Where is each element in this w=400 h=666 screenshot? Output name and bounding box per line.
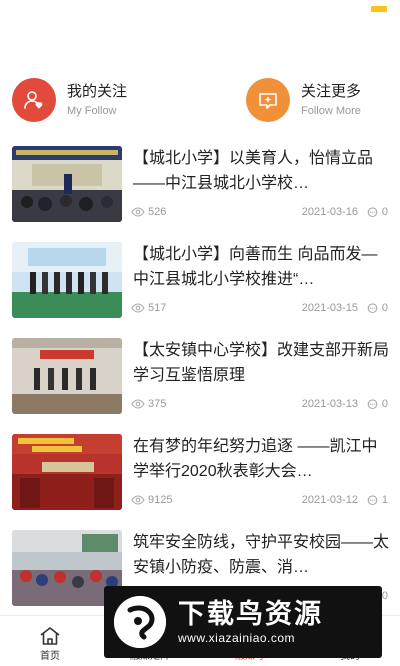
tab-label: 首页 [40, 651, 60, 662]
watermark-title: 下载鸟资源 [178, 599, 323, 629]
news-item[interactable]: 【太安镇中心学校】改建支部开新局 学习互鉴悟原理 375 2021-03-13 … [0, 334, 400, 414]
news-item[interactable]: 在有梦的年纪努力追逐 ——凯江中学举行2020秋表彰大会… 9125 2021-… [0, 430, 400, 510]
comment-count: 0 [381, 590, 388, 602]
follow-more-title: 关注更多 [301, 82, 362, 100]
news-title: 【城北小学】以美育人，怡情立品 ——中江县城北小学校… [133, 150, 374, 192]
comment-icon [367, 494, 378, 505]
news-title: 【城北小学】向善而生 向品而发—中江县城北小学校推进“… [133, 246, 378, 288]
publish-date: 2021-03-13 [301, 398, 358, 410]
news-thumbnail [12, 434, 122, 510]
tab-home[interactable]: 首页 [0, 616, 100, 666]
tv-add-icon [246, 78, 290, 122]
news-thumbnail [12, 242, 122, 318]
eye-icon [131, 207, 145, 217]
status-bar [0, 0, 400, 30]
view-count: 517 [148, 302, 167, 314]
eye-icon [131, 495, 145, 505]
my-follow-title: 我的关注 [67, 82, 128, 100]
comment-icon [367, 302, 378, 313]
news-item[interactable]: 【城北小学】以美育人，怡情立品 ——中江县城北小学校… 526 2021-03-… [0, 142, 400, 222]
home-icon [40, 627, 60, 645]
news-meta: 9125 2021-03-12 1 [131, 494, 388, 510]
news-item[interactable]: 【城北小学】向善而生 向品而发—中江县城北小学校推进“… 517 2021-03… [0, 238, 400, 318]
news-meta: 375 2021-03-13 0 [131, 398, 388, 414]
view-count: 9125 [148, 494, 173, 506]
eye-icon [131, 399, 145, 409]
my-follow-button[interactable]: 我的关注 My Follow [12, 76, 192, 124]
news-title: 【太安镇中心学校】改建支部开新局 学习互鉴悟原理 [133, 342, 389, 384]
watermark: 下载鸟资源 www.xiazainiao.com [104, 586, 382, 658]
comment-count: 0 [381, 398, 388, 410]
news-meta: 526 2021-03-16 0 [131, 206, 388, 222]
news-title: 在有梦的年纪努力追逐 ——凯江中学举行2020秋表彰大会… [133, 438, 378, 480]
my-follow-subtitle: My Follow [67, 104, 117, 117]
user-heart-icon [12, 78, 56, 122]
follow-more-button[interactable]: 关注更多 Follow More [246, 76, 396, 124]
eye-icon [131, 303, 145, 313]
view-count: 375 [148, 398, 167, 410]
follow-row: 我的关注 My Follow 关注更多 Follow More [0, 76, 400, 124]
news-meta: 517 2021-03-15 0 [131, 302, 388, 318]
publish-date: 2021-03-12 [301, 494, 358, 506]
comment-count: 1 [381, 494, 388, 506]
view-count: 526 [148, 206, 167, 218]
publish-date: 2021-03-16 [301, 206, 358, 218]
comment-icon [367, 206, 378, 217]
news-title: 筑牢安全防线，守护平安校园——太安镇小防疫、防震、消… [133, 534, 389, 576]
watermark-logo [114, 596, 166, 648]
battery-icon [371, 6, 387, 12]
watermark-url: www.xiazainiao.com [178, 631, 296, 645]
publish-date: 2021-03-15 [301, 302, 358, 314]
comment-count: 0 [381, 302, 388, 314]
follow-more-subtitle: Follow More [301, 104, 361, 117]
news-thumbnail [12, 146, 122, 222]
news-thumbnail [12, 338, 122, 414]
comment-count: 0 [381, 206, 388, 218]
comment-icon [367, 398, 378, 409]
